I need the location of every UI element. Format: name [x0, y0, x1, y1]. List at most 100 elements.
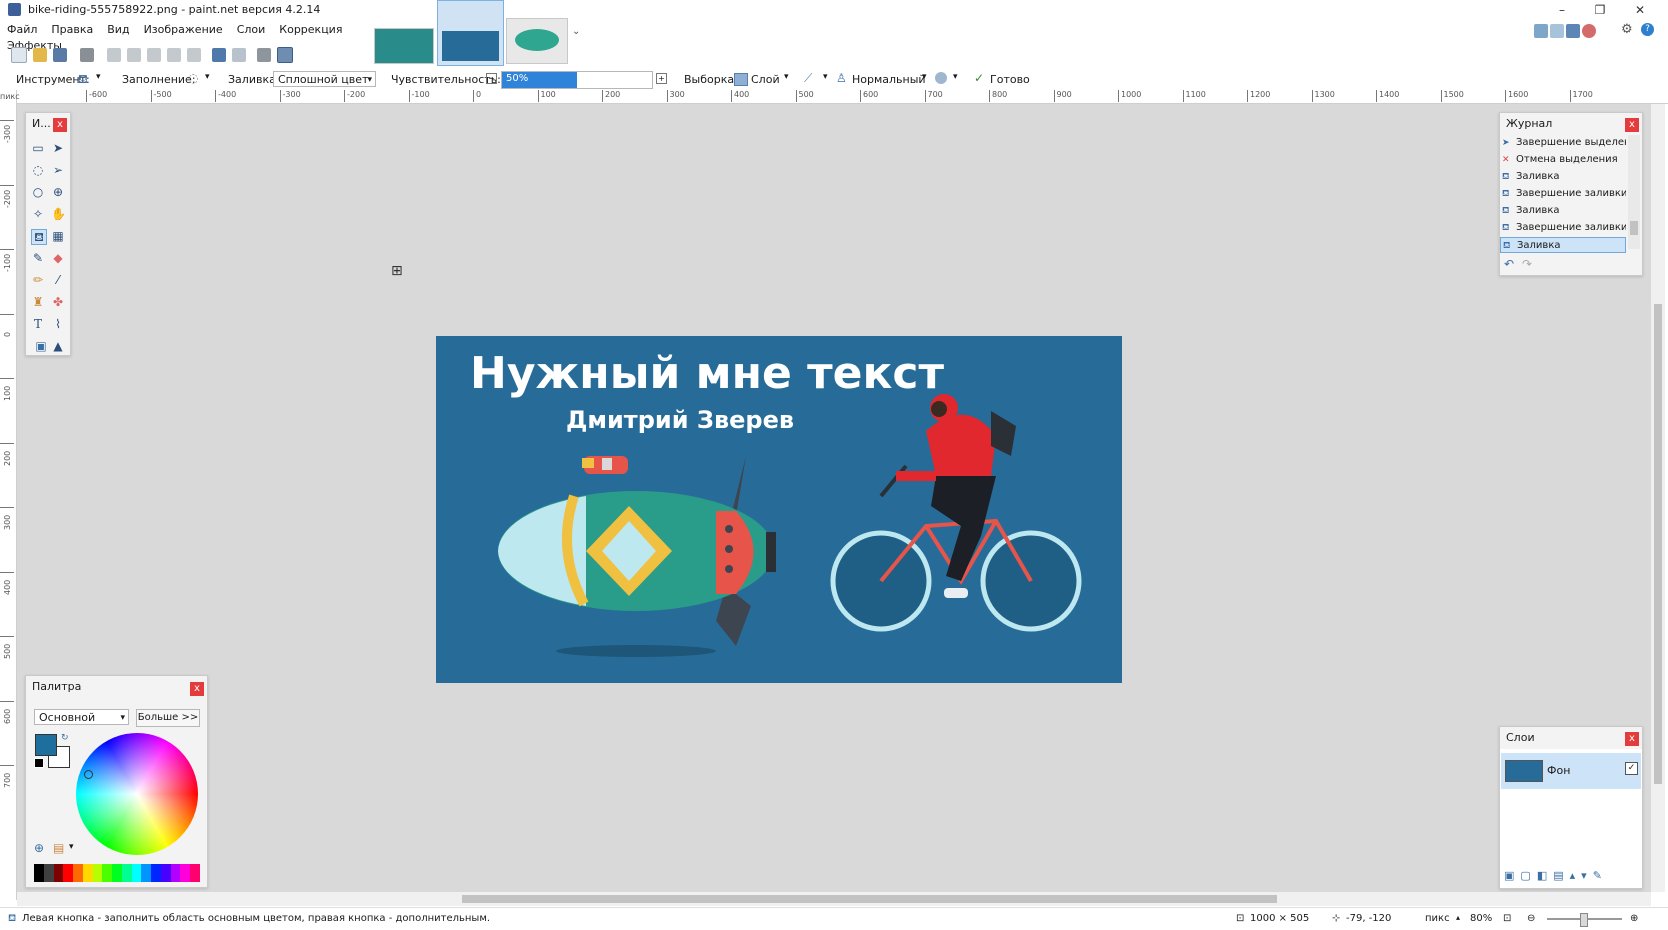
- palette-swatch[interactable]: [121, 864, 132, 882]
- history-scrollbar[interactable]: [1628, 135, 1640, 249]
- add-layer-icon[interactable]: ▣: [1504, 869, 1520, 882]
- lasso-select-icon[interactable]: ◌: [31, 163, 45, 177]
- history-item[interactable]: ⛾ Завершение заливки: [1500, 186, 1626, 202]
- magic-wand-icon[interactable]: ✧: [31, 207, 45, 221]
- history-item[interactable]: ✕ Отмена выделения: [1500, 152, 1626, 168]
- document-thumbnail-2[interactable]: [437, 0, 504, 66]
- tools-panel-close-button[interactable]: x: [53, 118, 67, 132]
- clone-stamp-icon[interactable]: ♜: [31, 295, 45, 309]
- color-picker-icon[interactable]: ⁄: [51, 273, 65, 287]
- unit-select[interactable]: пикс: [1425, 913, 1450, 924]
- finish-check-icon[interactable]: ✓: [974, 71, 984, 85]
- history-item[interactable]: ⛾ Заливка: [1500, 169, 1626, 185]
- save-icon[interactable]: [53, 48, 67, 62]
- layers-toggle-icon[interactable]: [1566, 24, 1580, 38]
- close-window-button[interactable]: ✕: [1628, 2, 1652, 18]
- history-panel-close-button[interactable]: x: [1625, 118, 1639, 132]
- palette-swatch[interactable]: [92, 864, 103, 882]
- layer-visibility-checkbox[interactable]: ✓: [1625, 762, 1638, 775]
- paintbrush-icon[interactable]: ✎: [31, 251, 45, 265]
- more-colors-button[interactable]: Больше >>: [136, 709, 200, 727]
- paste-icon[interactable]: [147, 48, 161, 62]
- vertical-scroll-thumb[interactable]: [1654, 304, 1662, 784]
- paint-bucket-tool-icon[interactable]: ⛾: [31, 229, 47, 245]
- zoom-out-icon[interactable]: ⊖: [1527, 913, 1535, 924]
- history-item[interactable]: ➤Завершение выделения: [1500, 135, 1626, 151]
- thumbnails-chevron-icon[interactable]: ⌄: [572, 26, 580, 37]
- zoom-slider[interactable]: [1547, 913, 1622, 927]
- palette-swatch[interactable]: [34, 864, 44, 882]
- blend-chevron-icon[interactable]: ▾: [922, 72, 927, 82]
- document-thumbnail-1[interactable]: [374, 28, 434, 64]
- duplicate-layer-icon[interactable]: ◧: [1537, 869, 1553, 882]
- palette-swatch[interactable]: [190, 864, 201, 882]
- blend-mode-icon[interactable]: ♙: [836, 71, 847, 85]
- print-icon[interactable]: [80, 48, 94, 62]
- pencil-icon[interactable]: ✏: [31, 273, 45, 287]
- line-curve-icon[interactable]: ⌇: [51, 317, 65, 331]
- blend-mode-value[interactable]: Нормальный: [852, 73, 926, 86]
- paint-bucket-icon[interactable]: ⛾: [78, 72, 88, 88]
- palette-swatch[interactable]: [63, 864, 74, 882]
- palette-options-chevron-icon[interactable]: ▾: [69, 842, 74, 852]
- finish-button[interactable]: Готово: [990, 73, 1030, 86]
- layers-panel-close-button[interactable]: x: [1625, 732, 1639, 746]
- zoom-fit-icon[interactable]: ⊡: [1503, 913, 1511, 924]
- tolerance-decrease-icon[interactable]: −: [486, 73, 497, 84]
- flood-mode-icon[interactable]: ◌: [188, 71, 198, 85]
- history-item[interactable]: ⛾ Заливка: [1500, 203, 1626, 219]
- minimize-button[interactable]: –: [1550, 2, 1574, 18]
- sampling-value[interactable]: Слой: [751, 73, 780, 86]
- fill-mode-chevron-icon[interactable]: ▾: [205, 72, 210, 82]
- palette-swatches[interactable]: [34, 864, 201, 882]
- palette-swatch[interactable]: [82, 864, 93, 882]
- fill-type-select[interactable]: Сплошной цвет ▾: [273, 71, 376, 87]
- swap-colors-icon[interactable]: ↻: [61, 733, 69, 743]
- palette-swatch[interactable]: [141, 864, 152, 882]
- recolor-icon[interactable]: ✤: [51, 295, 65, 309]
- palette-swatch[interactable]: [180, 864, 191, 882]
- selection-mode-icon[interactable]: [935, 72, 947, 84]
- history-redo-icon[interactable]: ↷: [1522, 257, 1532, 271]
- tolerance-increase-icon[interactable]: +: [656, 73, 667, 84]
- zoom-level[interactable]: 80%: [1470, 913, 1492, 924]
- document-thumbnail-3[interactable]: [506, 18, 568, 64]
- menu-edit[interactable]: Правка: [44, 20, 100, 36]
- history-scroll-thumb[interactable]: [1630, 221, 1638, 235]
- cut-icon[interactable]: [107, 48, 121, 62]
- primary-color-swatch[interactable]: [35, 734, 57, 756]
- palette-swatch[interactable]: [102, 864, 113, 882]
- open-file-icon[interactable]: [33, 48, 47, 62]
- pan-hand-icon[interactable]: ✋: [51, 207, 66, 221]
- redo-icon[interactable]: [232, 48, 246, 62]
- gradient-icon[interactable]: ▦: [51, 229, 65, 243]
- color-wheel-cursor[interactable]: [84, 770, 93, 779]
- palette-swatch[interactable]: [73, 864, 83, 882]
- layer-row-background[interactable]: Фон ✓: [1501, 753, 1641, 789]
- horizontal-scroll-thumb[interactable]: [462, 895, 1277, 903]
- color-wheel[interactable]: [76, 733, 198, 855]
- image-canvas[interactable]: Нужный мне текст Дмитрий Зверев: [436, 336, 1122, 683]
- history-toggle-icon[interactable]: [1550, 24, 1564, 38]
- undo-icon[interactable]: [212, 48, 226, 62]
- menu-file[interactable]: Файл: [0, 20, 44, 36]
- history-undo-icon[interactable]: ↶: [1504, 257, 1514, 271]
- deselect-toolbar-icon[interactable]: [187, 48, 201, 62]
- shape-type-icon[interactable]: ▲: [51, 339, 65, 353]
- text-icon[interactable]: T: [31, 317, 45, 331]
- restore-button[interactable]: ❐: [1588, 2, 1612, 18]
- ellipse-select-icon[interactable]: ○: [31, 185, 45, 199]
- palette-swatch[interactable]: [131, 864, 142, 882]
- selection-mode-chevron-icon[interactable]: ▾: [953, 72, 958, 82]
- unit-chevron-icon[interactable]: ▴: [1456, 913, 1460, 922]
- palette-swatch[interactable]: [112, 864, 122, 882]
- palette-swatch[interactable]: [43, 864, 54, 882]
- menu-layers[interactable]: Слои: [230, 20, 273, 36]
- palette-swatch[interactable]: [170, 864, 181, 882]
- sampling-chevron-icon[interactable]: ▾: [784, 72, 789, 82]
- history-item-selected[interactable]: ⛾ Заливка: [1500, 237, 1626, 253]
- move-selected-icon[interactable]: ➤: [51, 141, 65, 155]
- move-layer-down-icon[interactable]: ▾: [1581, 869, 1593, 882]
- layer-properties-icon[interactable]: ✎: [1593, 869, 1608, 882]
- palette-mode-select[interactable]: Основной ▾: [34, 709, 129, 725]
